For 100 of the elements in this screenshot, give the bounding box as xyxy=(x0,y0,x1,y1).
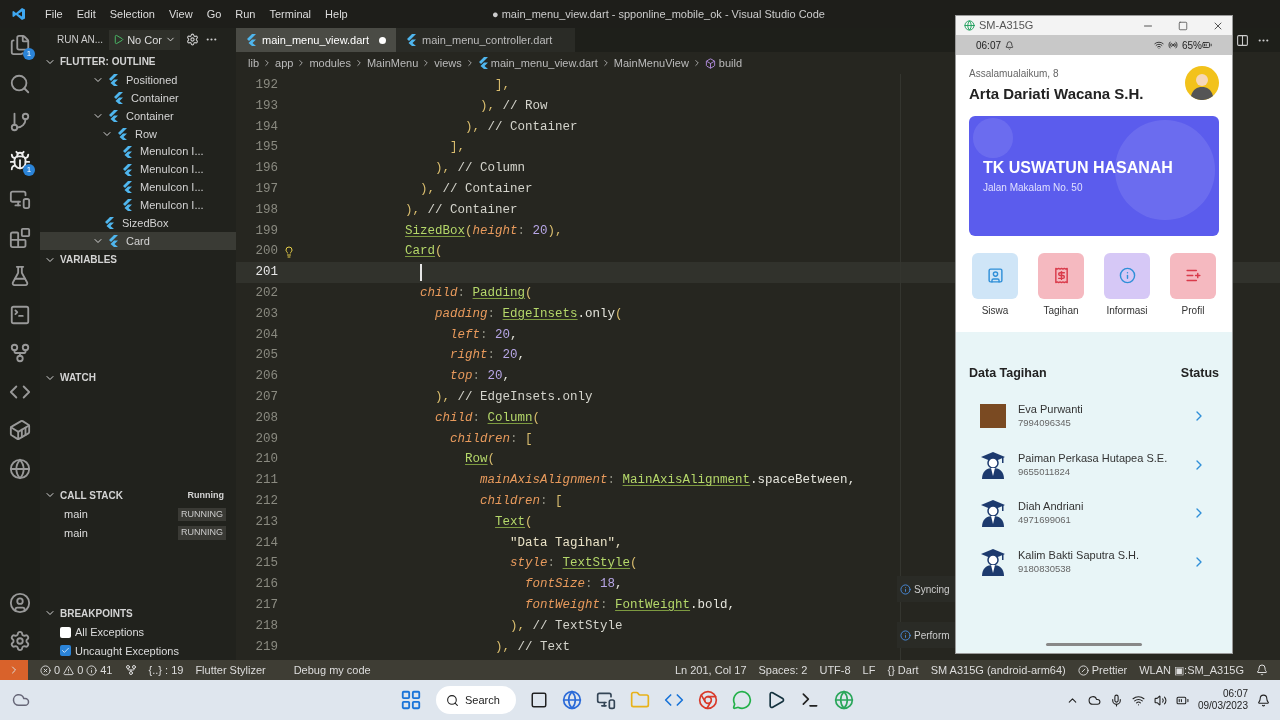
menu-tile[interactable] xyxy=(972,252,1018,299)
outline-item[interactable]: Card xyxy=(40,232,236,250)
status-item[interactable]: Debug my code xyxy=(293,661,371,679)
status-heading: Status xyxy=(1180,364,1219,382)
breadcrumb-item[interactable]: MainMenu xyxy=(366,54,419,72)
chrome-icon[interactable] xyxy=(698,690,718,710)
outline-item[interactable]: MenuIcon I... xyxy=(40,142,236,161)
settings-icon[interactable] xyxy=(185,33,199,47)
volume-icon[interactable] xyxy=(1153,693,1167,707)
wifi-icon[interactable] xyxy=(1131,693,1145,707)
account-icon[interactable] xyxy=(9,591,31,614)
search-field[interactable]: Search xyxy=(436,686,516,714)
stack-frame[interactable]: main xyxy=(64,524,88,542)
encoding[interactable]: UTF-8 xyxy=(819,661,851,679)
app-icon[interactable] xyxy=(766,690,786,710)
outline-item[interactable]: Container xyxy=(40,107,236,125)
network-app-icon[interactable] xyxy=(596,690,616,710)
status-item[interactable]: Flutter Stylizer xyxy=(195,661,266,679)
menu-tile[interactable] xyxy=(1038,252,1084,299)
section-title[interactable]: CALL STACK xyxy=(60,487,123,503)
maximize-icon[interactable] xyxy=(1178,20,1188,31)
menu-tile[interactable] xyxy=(1170,252,1216,299)
student-row[interactable]: Paiman Perkasa Hutapea S.E. 9655011824 xyxy=(969,450,1219,479)
terminal-icon[interactable] xyxy=(9,303,31,326)
section-title[interactable]: VARIABLES xyxy=(60,252,118,268)
cloud-icon[interactable] xyxy=(1087,693,1101,707)
error-count[interactable]: 0 xyxy=(54,661,61,679)
avatar-icon[interactable] xyxy=(1185,66,1219,100)
checkbox[interactable] xyxy=(60,645,71,657)
notification-toast[interactable]: Perform xyxy=(897,622,955,648)
weather-icon[interactable] xyxy=(12,691,30,709)
lightbulb-icon[interactable] xyxy=(283,245,295,258)
task-view-icon[interactable] xyxy=(530,691,548,709)
breadcrumb-item[interactable]: main_menu_view.dart xyxy=(490,54,598,72)
breadcrumb-item[interactable]: app xyxy=(275,54,294,72)
remote-icon[interactable] xyxy=(9,188,31,210)
clock-date[interactable]: 09/03/2023 xyxy=(1197,700,1248,713)
breadcrumb-item[interactable]: lib xyxy=(248,54,259,72)
menu-tile[interactable] xyxy=(1104,252,1150,299)
student-row[interactable]: Kalim Bakti Saputra S.H. 9180830538 xyxy=(969,547,1219,576)
menu-item[interactable]: Selection xyxy=(102,5,162,23)
debug-icon[interactable] xyxy=(9,149,31,172)
stack-frame[interactable]: main xyxy=(64,506,88,523)
language-mode[interactable]: {} Dart xyxy=(887,661,919,679)
section-title[interactable]: WATCH xyxy=(60,370,96,386)
menu-item[interactable]: Terminal xyxy=(262,5,319,23)
editor-tab[interactable]: main_menu_view.dart xyxy=(236,28,396,52)
flask-icon[interactable] xyxy=(9,265,31,287)
mic-icon[interactable] xyxy=(1109,693,1123,707)
editor-tab[interactable]: main_menu_controller.dart xyxy=(396,28,576,52)
indent-setting[interactable]: Spaces: 2 xyxy=(758,661,808,679)
info-count[interactable]: 41 xyxy=(100,661,113,679)
checkbox[interactable] xyxy=(60,626,71,638)
source-control-icon[interactable] xyxy=(9,111,31,133)
notification-icon[interactable] xyxy=(1257,693,1270,707)
start-icon[interactable] xyxy=(400,689,422,711)
browser-icon[interactable] xyxy=(562,690,582,710)
outline-item[interactable]: MenuIcon I... xyxy=(40,178,236,197)
launch-config-button[interactable]: No Cor xyxy=(109,29,180,50)
extensions-icon[interactable] xyxy=(9,226,31,249)
menu-item[interactable]: View xyxy=(161,5,200,23)
section-title[interactable]: FLUTTER: OUTLINE xyxy=(60,54,156,70)
outline-item[interactable]: Positioned xyxy=(40,71,236,90)
outline-item[interactable]: Container xyxy=(40,89,236,108)
terminal-icon[interactable] xyxy=(800,690,820,710)
breadcrumb-item[interactable]: MainMenuView xyxy=(613,54,689,72)
student-row[interactable]: Eva Purwanti 7994096345 xyxy=(969,402,1219,431)
outline-item[interactable]: MenuIcon I... xyxy=(40,196,236,215)
breadcrumb-item[interactable]: modules xyxy=(309,54,351,72)
signal-icon xyxy=(1168,40,1178,50)
split-editor-icon[interactable] xyxy=(1236,33,1249,47)
cursor-position[interactable]: Ln 201, Col 17 xyxy=(674,661,747,679)
git-graph-icon[interactable] xyxy=(9,342,31,364)
outline-item[interactable]: MenuIcon I... xyxy=(40,160,236,179)
student-row[interactable]: Diah Andriani 4971699061 xyxy=(969,499,1219,528)
line-ending[interactable]: LF xyxy=(862,661,876,679)
device-selector[interactable]: SM A315G (android-arm64) xyxy=(930,661,1066,679)
menu-item[interactable]: Go xyxy=(199,5,229,23)
status-item[interactable]: {..} : 19 xyxy=(148,661,184,679)
breadcrumb-item[interactable]: views xyxy=(434,54,462,72)
menu-item[interactable]: Help xyxy=(318,5,355,23)
python-icon[interactable] xyxy=(9,457,31,480)
port-icon[interactable] xyxy=(124,664,137,676)
breadcrumb-item[interactable]: build xyxy=(718,54,743,72)
formatter[interactable]: Prettier xyxy=(1091,661,1128,679)
outline-item[interactable]: Row xyxy=(40,124,236,143)
explorer-icon[interactable] xyxy=(9,34,31,56)
menu-item[interactable]: File xyxy=(38,5,70,23)
clock-time[interactable]: 06:07 xyxy=(1222,687,1248,700)
section-title[interactable]: BREAKPOINTS xyxy=(60,605,133,621)
notification-icon[interactable] xyxy=(1256,664,1268,676)
notification-toast[interactable]: Syncing xyxy=(897,576,955,602)
warning-count[interactable]: 0 xyxy=(77,661,84,679)
search-icon[interactable] xyxy=(9,72,31,95)
settings-icon[interactable] xyxy=(9,630,31,652)
menu-item[interactable]: Run xyxy=(228,5,263,23)
outline-item[interactable]: SizedBox xyxy=(40,214,236,233)
network-status[interactable]: WLAN ▣:SM_A315G xyxy=(1139,661,1244,679)
container-icon[interactable] xyxy=(9,419,31,441)
menu-item[interactable]: Edit xyxy=(69,5,103,23)
